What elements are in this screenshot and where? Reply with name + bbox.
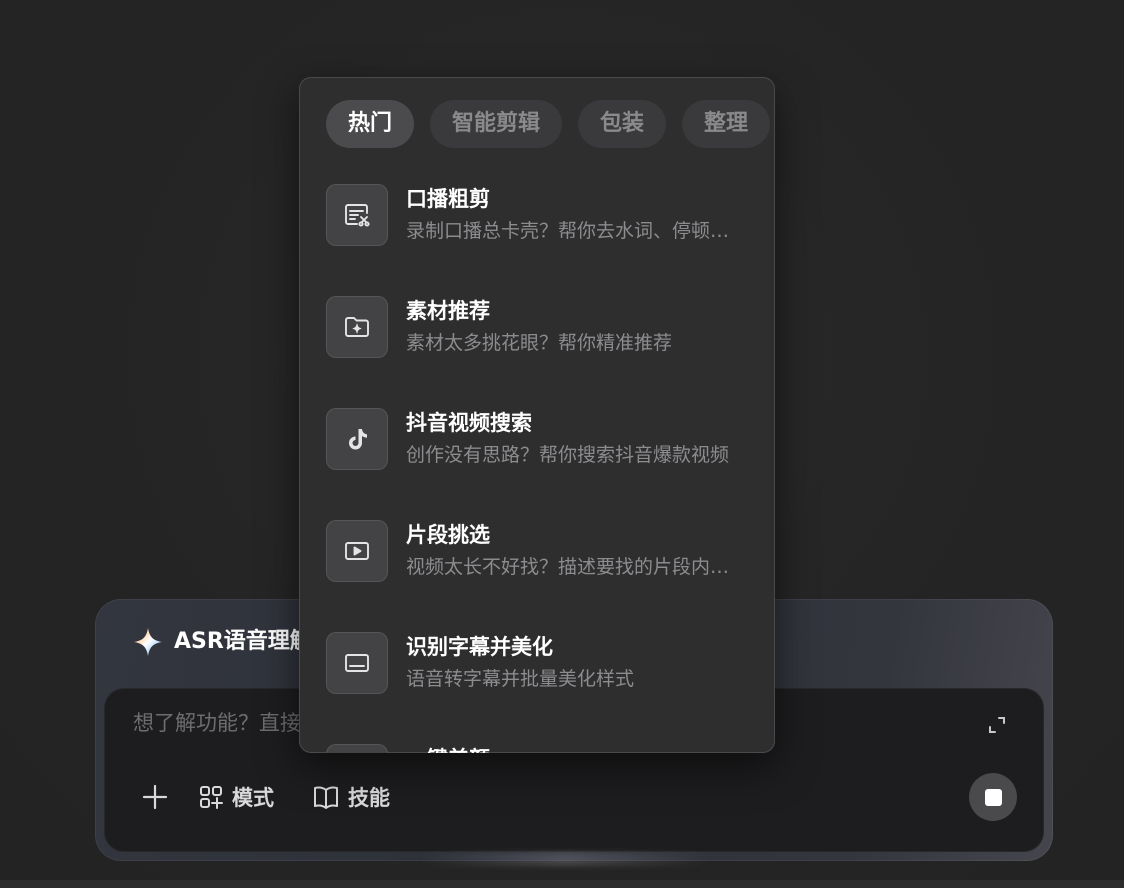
mode-button[interactable]: 模式	[198, 780, 274, 814]
bottom-strip	[0, 880, 1124, 888]
tab-organize[interactable]: 整理	[682, 100, 771, 148]
play-screen-icon	[326, 520, 388, 582]
plus-icon[interactable]	[140, 782, 170, 812]
tiktok-icon	[326, 408, 388, 470]
feature-item-description: 录制口播总卡壳？帮你去水词、停顿…	[406, 220, 730, 242]
skill-label: 技能	[348, 786, 390, 810]
category-tabs: 热门 智能剪辑 包装 整理	[326, 100, 771, 148]
folder-sparkle-icon	[326, 296, 388, 358]
feature-item-description: 语音转字幕并批量美化样式	[406, 668, 635, 690]
grid-sparkle-icon	[200, 786, 223, 809]
blurred-footer-text	[420, 852, 710, 866]
feature-item-speech-rough-cut[interactable]: 口播粗剪 录制口播总卡壳？帮你去水词、停顿…	[326, 184, 766, 248]
feature-item-title: 识别字幕并美化	[406, 635, 553, 659]
skill-button[interactable]: 技能	[312, 780, 390, 814]
tab-packaging[interactable]: 包装	[578, 100, 667, 148]
subtitle-cut-icon	[326, 184, 388, 246]
feature-item-description: 视频太长不好找？描述要找的片段内…	[406, 556, 730, 578]
feature-item-one-click-beauty[interactable]: 一键美颜	[326, 744, 766, 753]
feature-item-douyin-search[interactable]: 抖音视频搜索 创作没有思路？帮你搜索抖音爆款视频	[326, 408, 766, 472]
tab-smart-edit[interactable]: 智能剪辑	[430, 100, 563, 148]
feature-item-description: 素材太多挑花眼？帮你精准推荐	[406, 332, 673, 354]
tab-hot[interactable]: 热门	[326, 100, 415, 148]
feature-item-clip-select[interactable]: 片段挑选 视频太长不好找？描述要找的片段内…	[326, 520, 766, 584]
feature-item-title: 口播粗剪	[406, 187, 490, 211]
stop-icon	[984, 788, 1002, 806]
expand-icon[interactable]	[985, 713, 1009, 737]
feature-item-material-recommend[interactable]: 素材推荐 素材太多挑花眼？帮你精准推荐	[326, 296, 766, 360]
feature-item-title: 素材推荐	[406, 299, 490, 323]
feature-item-title: 抖音视频搜索	[406, 411, 532, 435]
feature-popup: 热门 智能剪辑 包装 整理 口播粗剪 录制口播总卡壳？帮你去水词、停顿… 素材推…	[299, 77, 775, 753]
mode-label: 模式	[232, 786, 274, 810]
book-icon	[314, 786, 338, 809]
stop-button[interactable]	[969, 773, 1017, 821]
composer-title: ASR语音理解	[174, 629, 312, 654]
app-page: ASR语音理解 想了解功能？直接问我 模式 技能 热门 智能剪辑 包装 整理 口…	[0, 0, 1124, 888]
captions-icon	[326, 632, 388, 694]
feature-item-subtitle-beautify[interactable]: 识别字幕并美化 语音转字幕并批量美化样式	[326, 632, 766, 696]
feature-item-title: 片段挑选	[406, 523, 490, 547]
face-icon	[326, 744, 388, 753]
feature-item-title: 一键美颜	[406, 744, 490, 753]
sparkle-icon	[134, 628, 162, 656]
feature-item-description: 创作没有思路？帮你搜索抖音爆款视频	[406, 444, 730, 466]
